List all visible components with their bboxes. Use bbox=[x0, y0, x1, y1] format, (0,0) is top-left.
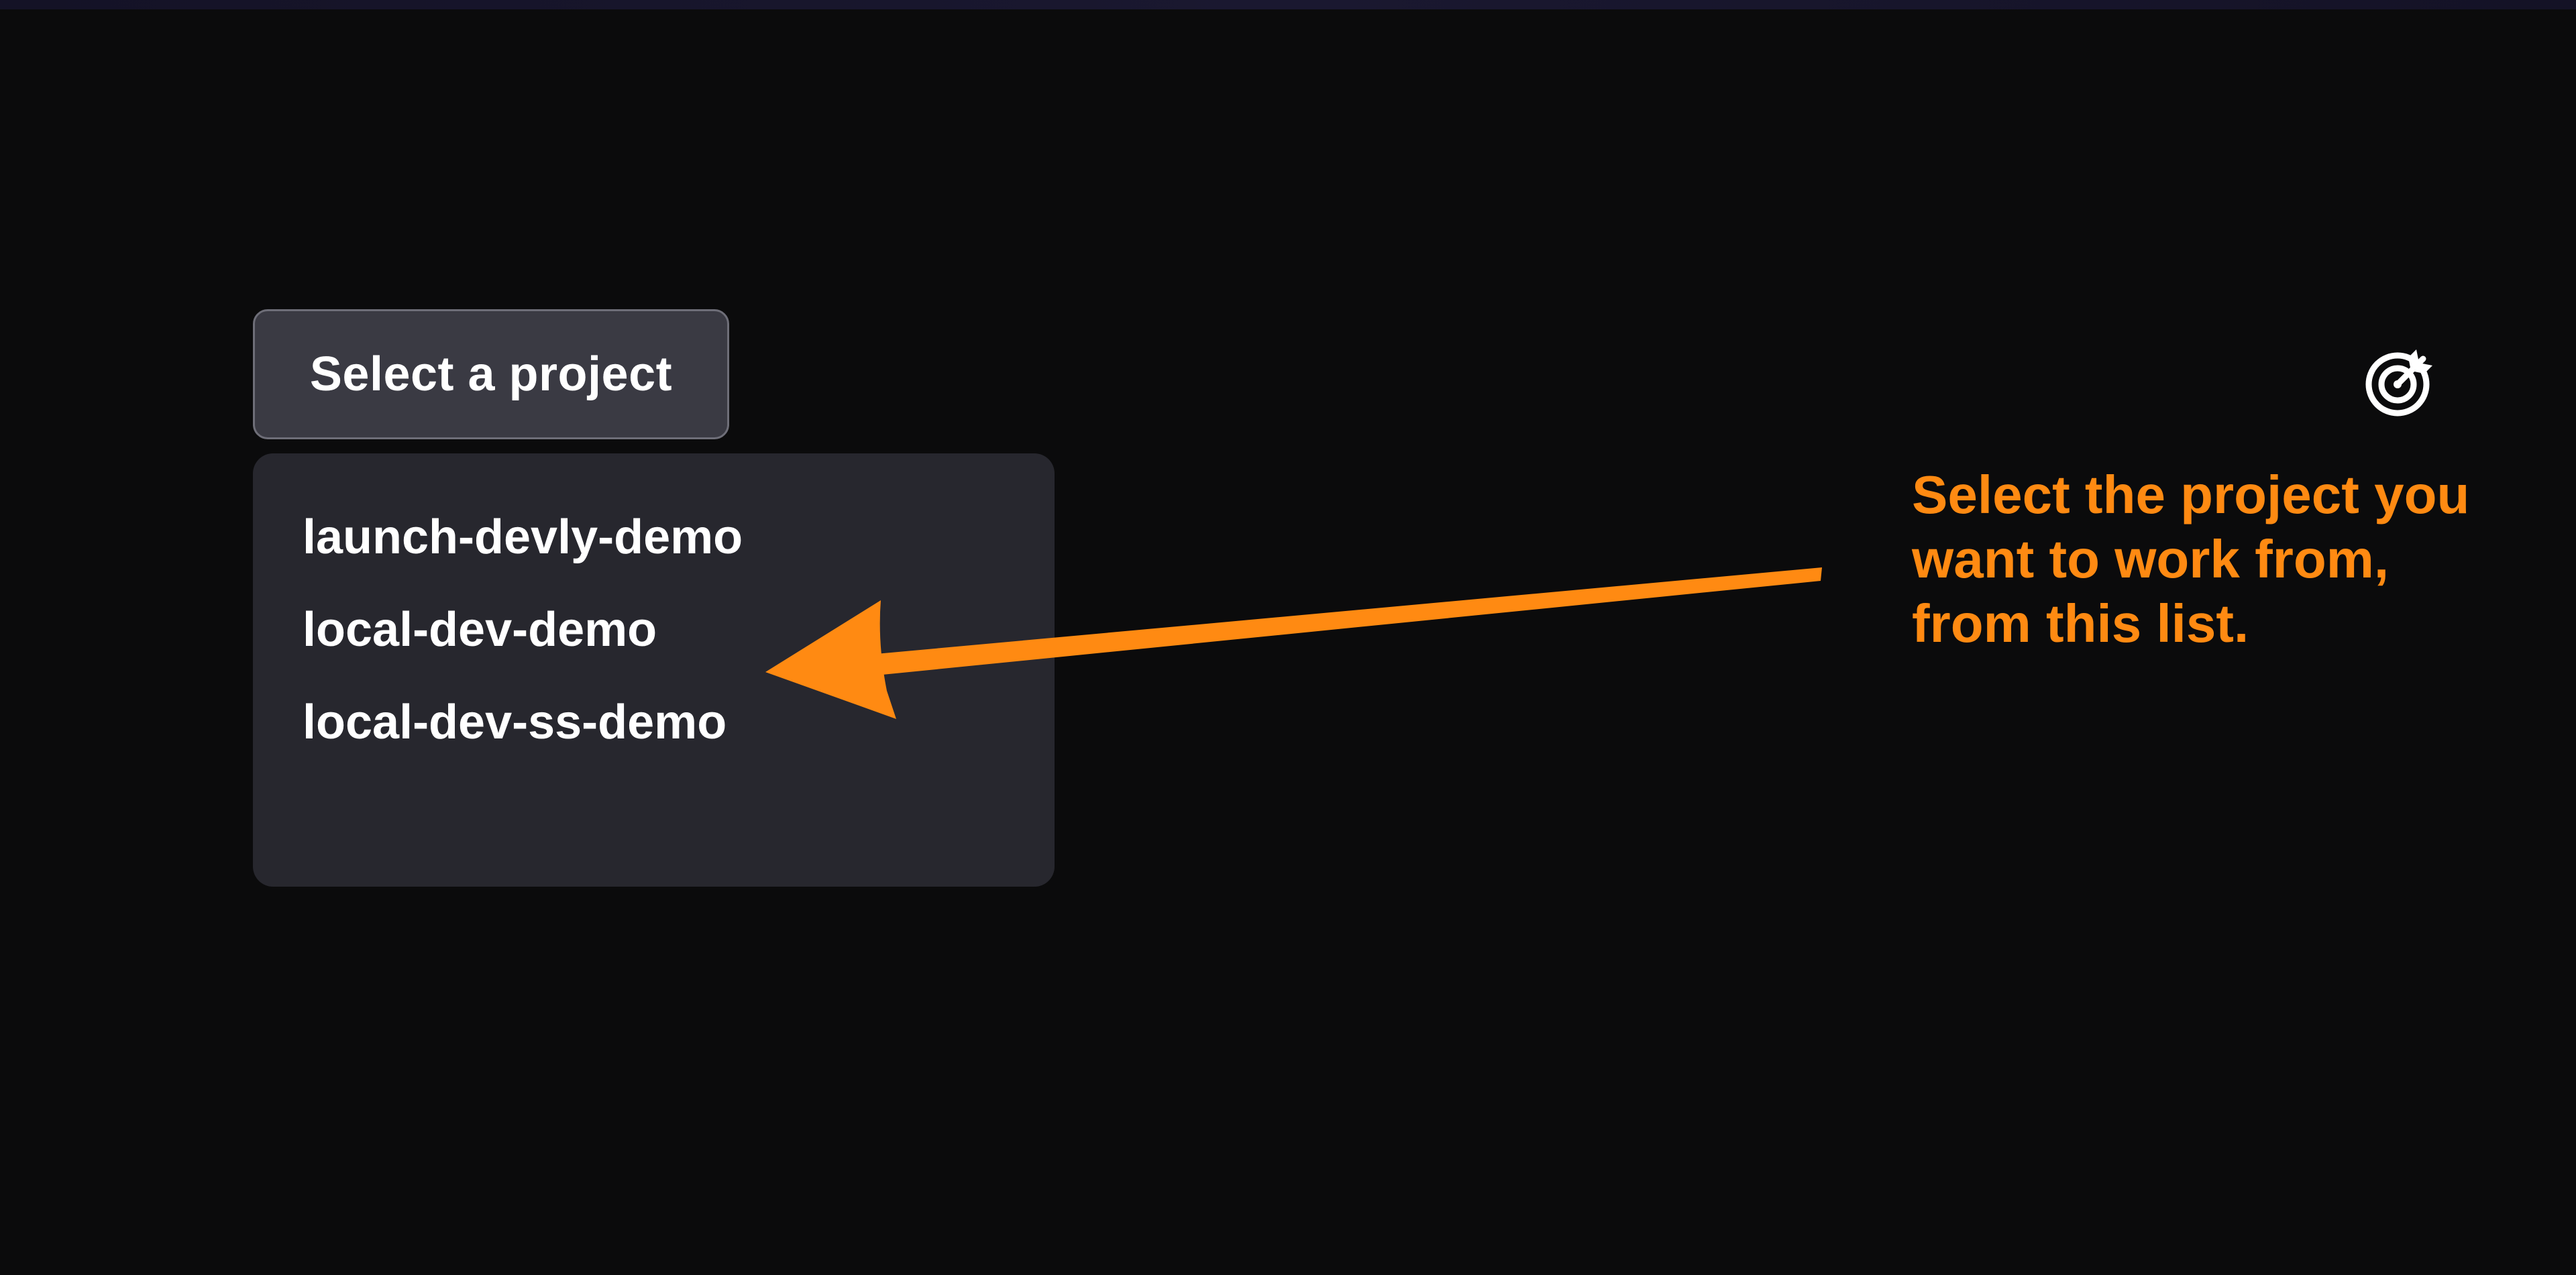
select-project-button[interactable]: Select a project bbox=[253, 309, 729, 439]
project-dropdown-menu: launch-devly-demo local-dev-demo local-d… bbox=[253, 453, 1055, 887]
instruction-callout: Select the project you want to work from… bbox=[1912, 465, 2470, 653]
top-strip bbox=[0, 0, 2576, 9]
menu-item-local-dev-ss-demo[interactable]: local-dev-ss-demo bbox=[253, 656, 1055, 789]
target-icon bbox=[2365, 349, 2432, 417]
screen: Select a project launch-devly-demo local… bbox=[0, 0, 2576, 1275]
